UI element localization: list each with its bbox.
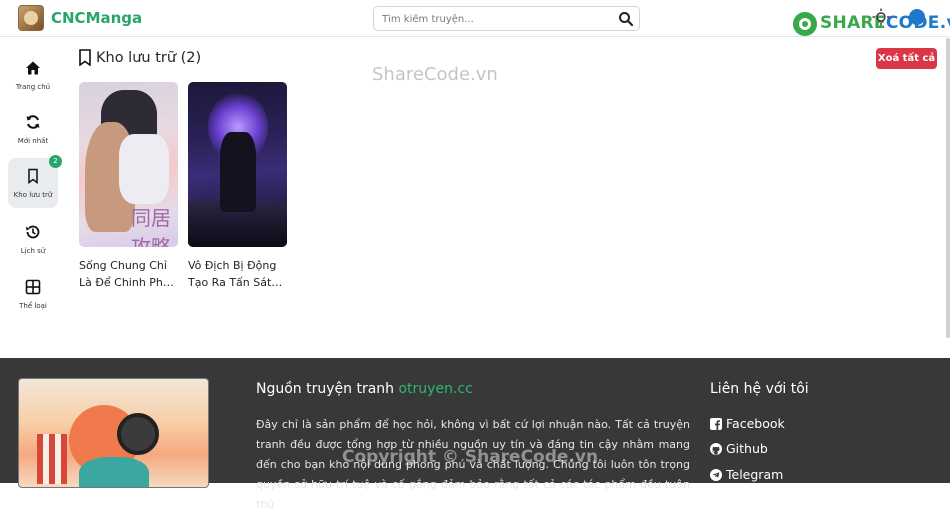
- sidebar-item-label: Trang chủ: [15, 83, 51, 91]
- sidebar-item-label: Mới nhất: [17, 137, 49, 145]
- manga-cover[interactable]: 同居攻略: [79, 82, 178, 247]
- clear-all-button[interactable]: Xoá tất cả: [876, 48, 937, 69]
- manga-card[interactable]: Vô Địch Bị Động Tạo Ra Tấn Sát…: [188, 82, 287, 291]
- grid-icon: [25, 279, 41, 295]
- history-icon: [26, 225, 40, 239]
- user-avatar[interactable]: [909, 9, 925, 25]
- search-box: [373, 6, 640, 31]
- sidebar: Trang chủ Mới nhất 2 Kho lưu trữ Lịch sử…: [0, 38, 66, 358]
- scrollbar[interactable]: [946, 38, 950, 338]
- sidebar-item-history[interactable]: Lịch sử: [8, 214, 58, 264]
- sidebar-item-library[interactable]: 2 Kho lưu trữ: [8, 155, 62, 208]
- sidebar-item-label: Kho lưu trữ: [13, 191, 53, 199]
- sharecode-logo-icon: [793, 12, 817, 36]
- site-logo[interactable]: [18, 5, 44, 31]
- top-header: CNCManga SHARECODE.vn: [0, 0, 950, 37]
- sidebar-item-home[interactable]: Trang chủ: [8, 50, 58, 100]
- manga-card[interactable]: 同居攻略 Sống Chung Chỉ Là Để Chinh Phụ…: [79, 82, 178, 291]
- library-count-badge: 2: [49, 155, 62, 168]
- footer-illustration: [18, 378, 209, 488]
- brand-name[interactable]: CNCManga: [51, 9, 142, 27]
- search-icon[interactable]: [618, 11, 634, 27]
- sidebar-item-label: Lịch sử: [20, 247, 46, 255]
- manga-cover[interactable]: [188, 82, 287, 247]
- page-title: Kho lưu trữ (2): [96, 50, 202, 66]
- facebook-icon: [710, 418, 722, 430]
- refresh-icon: [26, 115, 40, 129]
- source-link[interactable]: otruyen.cc: [398, 381, 472, 397]
- cover-title-text: 同居攻略: [131, 206, 171, 247]
- sun-icon: [872, 8, 890, 26]
- search-input[interactable]: [382, 11, 612, 27]
- github-icon: [710, 443, 722, 455]
- manga-title[interactable]: Vô Địch Bị Động Tạo Ra Tấn Sát…: [188, 257, 287, 291]
- sidebar-item-label: Thể loại: [19, 302, 47, 310]
- sidebar-item-latest[interactable]: Mới nhất: [8, 104, 58, 154]
- bookmark-icon: [79, 49, 91, 66]
- sidebar-item-genres[interactable]: Thể loại: [8, 269, 58, 319]
- watermark: ShareCode.vn: [372, 64, 498, 85]
- footer-source-heading: Nguồn truyện tranh otruyen.cc: [256, 381, 473, 397]
- home-icon: [26, 61, 40, 75]
- telegram-icon: [710, 469, 722, 481]
- copyright-watermark: Copyright © ShareCode.vn: [342, 447, 599, 467]
- contact-heading: Liên hệ với tôi: [710, 381, 809, 397]
- manga-title[interactable]: Sống Chung Chỉ Là Để Chinh Phụ…: [79, 257, 178, 291]
- bookmark-icon: [28, 168, 38, 184]
